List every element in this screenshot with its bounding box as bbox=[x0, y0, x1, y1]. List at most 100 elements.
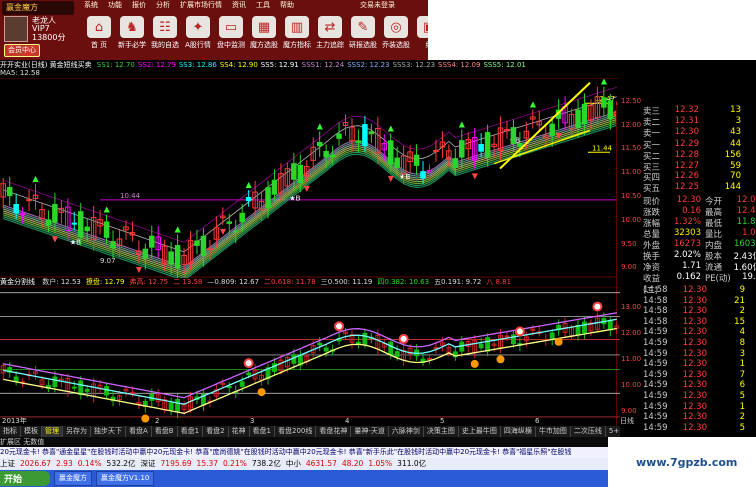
menu-item[interactable]: 功能 bbox=[108, 0, 122, 10]
tick-time: 14:59 bbox=[643, 359, 668, 370]
menu-item[interactable]: 工具 bbox=[256, 0, 270, 10]
buy-level[interactable]: 买五 12.25 144 bbox=[643, 182, 756, 194]
buy-level[interactable]: 买一 12.29 44 bbox=[643, 139, 756, 151]
trough-marker-icon bbox=[496, 355, 505, 364]
indicator-tab[interactable]: 指标 bbox=[0, 426, 21, 437]
tick-time: 14:58 bbox=[643, 295, 668, 306]
indicator-tab[interactable]: 量神-天道 bbox=[351, 426, 389, 437]
toolbar-button[interactable]: ✎ 研报选股 bbox=[348, 16, 378, 56]
ma-value: SSS4: 12.09 bbox=[438, 61, 481, 69]
tick-price: 12.30 bbox=[682, 295, 707, 306]
sell-signal-icon: ▼ bbox=[556, 131, 563, 140]
level-price: 12.29 bbox=[674, 139, 699, 149]
sub-candle-body bbox=[607, 319, 613, 331]
kline-chart[interactable]: 10.449.0711.4412.47▲▼★B▲▼▲★B▼▲★B▼▲▲▼★B▲▼… bbox=[0, 78, 620, 278]
sell-level[interactable]: 卖二 12.31 3 bbox=[643, 116, 756, 128]
toolbar-label: 我的自选 bbox=[151, 41, 179, 49]
toolbar-button[interactable]: ⇄ 主力追踪 bbox=[315, 16, 345, 56]
menu-item[interactable]: 扩展市场行情 bbox=[180, 0, 222, 10]
monitor-icon-glyph: ▭ bbox=[224, 19, 238, 35]
candle-body bbox=[52, 204, 58, 223]
menu-item[interactable]: 资讯 bbox=[232, 0, 246, 10]
candle-body bbox=[239, 212, 245, 223]
ma-value: SS1: 12.70 bbox=[96, 61, 135, 69]
track-icon-glyph: ⇄ bbox=[324, 19, 336, 35]
tick-volume: 9 bbox=[739, 285, 745, 295]
level-name: 卖二 bbox=[643, 118, 661, 128]
taskbar-item[interactable]: 赢金魔方 bbox=[54, 471, 92, 486]
stock-icon-glyph: ✦ bbox=[192, 19, 204, 35]
toolbar-button[interactable]: ♞ 新手必学 bbox=[117, 16, 147, 56]
indicator-tab[interactable]: 看盘A bbox=[126, 426, 152, 437]
indicator-tab[interactable]: 看盘花神 bbox=[316, 426, 352, 437]
toolbar-button[interactable]: ▥ 魔方指标 bbox=[282, 16, 312, 56]
indicator-tab[interactable]: 四海纵横 bbox=[501, 426, 536, 437]
buy-level[interactable]: 买四 12.26 70 bbox=[643, 171, 756, 183]
sell-signal-icon: ▼ bbox=[304, 184, 311, 193]
tick-volume: 4 bbox=[739, 327, 745, 338]
ma5-label: MA5: 12.58 bbox=[0, 69, 40, 77]
sub-y-tick-label: 12.00 bbox=[621, 328, 642, 337]
toolbar-button[interactable]: ◎ 乔装选股 bbox=[381, 16, 411, 56]
toolbar-button[interactable]: ☷ 我的自选 bbox=[150, 16, 180, 56]
indicator-tab[interactable]: 看盘2 bbox=[203, 426, 229, 437]
toolbar-label: 魔方指标 bbox=[283, 41, 311, 49]
ma-value: SS3: 12.86 bbox=[178, 61, 217, 69]
index-value: 2.93 bbox=[56, 459, 73, 468]
tick-price: 12.30 bbox=[682, 285, 707, 295]
sub-y-tick-label: 11.00 bbox=[621, 354, 642, 363]
toolbar-button[interactable]: ⌂ 首 页 bbox=[84, 16, 114, 56]
indicator-tab[interactable]: 看盘B bbox=[152, 426, 178, 437]
track-icon: ⇄ bbox=[318, 16, 342, 38]
candle-body bbox=[549, 123, 555, 136]
golden-level: 四0.382: 10.63 bbox=[377, 278, 430, 286]
toolbar-label: 主力追踪 bbox=[316, 41, 344, 49]
indicator-tab[interactable]: 看盘1 bbox=[250, 426, 276, 437]
indicator-tab[interactable]: 牛市加图 bbox=[536, 426, 571, 437]
indicator-tab[interactable]: 5+20线 bbox=[606, 426, 620, 437]
sub-trend-line bbox=[3, 327, 617, 414]
tick-time: 14:59 bbox=[643, 348, 668, 359]
indicator-tab[interactable]: 另存为 bbox=[63, 426, 91, 437]
level-price: 12.30 bbox=[674, 127, 699, 137]
indicator-tab[interactable]: 六脉神剑 bbox=[389, 426, 424, 437]
indicator-tab[interactable]: 管理 bbox=[42, 426, 63, 437]
y-tick-label: 10.50 bbox=[621, 192, 642, 201]
indicator-tab[interactable]: 史上最牛图 bbox=[459, 426, 501, 437]
buy-level[interactable]: 买三 12.27 59 bbox=[643, 161, 756, 173]
taskbar-item[interactable]: 赢金魔方V1.10 bbox=[96, 471, 155, 486]
candle-body bbox=[607, 100, 614, 119]
menu-item[interactable]: 帮助 bbox=[280, 0, 294, 10]
avatar[interactable] bbox=[4, 16, 28, 42]
toolbar-button[interactable]: ▦ 魔方选股 bbox=[249, 16, 279, 56]
indicator-tab[interactable]: 二次压线 bbox=[571, 426, 606, 437]
index-value: 738.2亿 bbox=[251, 459, 281, 468]
indicator-tab[interactable]: 模板 bbox=[21, 426, 42, 437]
toolbar-label: 研报选股 bbox=[349, 41, 377, 49]
indicator-tab[interactable]: 看盘1 bbox=[178, 426, 204, 437]
chart-icon-glyph: ▥ bbox=[290, 19, 304, 35]
indicator-tab[interactable]: 决策主图 bbox=[424, 426, 459, 437]
golden-level: 八 8.81 bbox=[486, 278, 512, 286]
golden-section-chart[interactable]: 2013年 2 3 4 5 6 bbox=[0, 287, 620, 425]
toolbar-button[interactable]: ✦ A股行情 bbox=[183, 16, 213, 56]
menu-item[interactable]: 报价 bbox=[132, 0, 146, 10]
candle-body bbox=[478, 144, 484, 152]
sell-level[interactable]: 卖一 12.30 43 bbox=[643, 127, 756, 139]
buy-level[interactable]: 买二 12.28 156 bbox=[643, 150, 756, 162]
menu-item[interactable]: 分析 bbox=[156, 0, 170, 10]
period-tab[interactable]: 日线 bbox=[620, 416, 640, 426]
toolbar-button[interactable]: ▭ 盘中监测 bbox=[216, 16, 246, 56]
star-b-icon: ★B bbox=[289, 194, 300, 202]
news-ticker[interactable]: 20元现金卡! 恭喜"通金星星"在股钱时活动中赢中20元现金卡! 恭喜"庞尚德姚… bbox=[0, 447, 608, 458]
sell-level[interactable]: 卖三 12.32 13 bbox=[643, 105, 756, 117]
start-button[interactable]: 开始 bbox=[0, 471, 50, 486]
indicator-tab[interactable]: 看盘200线 bbox=[275, 426, 317, 437]
cube-icon: ▦ bbox=[252, 16, 276, 38]
trade-login-status[interactable]: 交易未登录 bbox=[360, 0, 395, 10]
indicator-tab[interactable]: 独步天下 bbox=[91, 426, 126, 437]
vip-center-button[interactable]: 会员中心 bbox=[4, 44, 40, 57]
indicator-tab[interactable]: 花神 bbox=[229, 426, 250, 437]
menu-item[interactable]: 系统 bbox=[84, 0, 98, 10]
sub-y-tick-label: 13.00 bbox=[621, 302, 642, 311]
